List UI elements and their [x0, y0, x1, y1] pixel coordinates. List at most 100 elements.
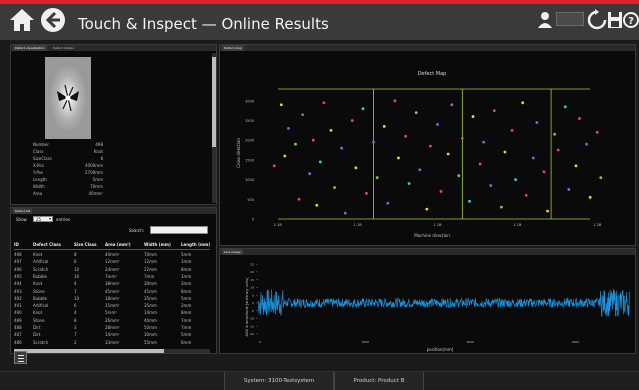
detail-value: 70mm — [90, 184, 103, 189]
table-cell: Stone — [33, 288, 45, 294]
map-y-tick-label: 1500 — [245, 158, 254, 162]
help-icon[interactable]: ? — [623, 12, 639, 28]
table-cell: Dirt — [33, 325, 41, 330]
defect-point — [287, 126, 290, 130]
tab-defect-details[interactable]: Defect details — [51, 45, 76, 51]
menu-button[interactable] — [14, 351, 27, 364]
map-y-tick-label: 500 — [247, 198, 254, 202]
defect-point — [301, 113, 304, 117]
entries-select[interactable]: 25 ▾ — [33, 216, 53, 222]
search-label: Search: — [129, 228, 145, 233]
defect-map-panel: Defect-map Defect Map Machine direction … — [219, 44, 636, 246]
defect-point — [510, 128, 514, 132]
detail-value: 4000mm — [85, 163, 103, 168]
menu-bar — [18, 361, 24, 362]
table-cell: 5mm² — [105, 310, 117, 316]
column-header-area[interactable]: Area (mm²) — [105, 242, 131, 247]
table-row-id[interactable]: 498 — [14, 252, 22, 257]
signal-xlabel: position[mm] — [427, 347, 454, 352]
signal-chart[interactable]: ADU & amplitude [arbitrary units] positi… — [220, 255, 635, 353]
save-icon[interactable] — [608, 12, 622, 28]
table-row-id[interactable]: 490 — [14, 310, 22, 315]
table-cell: Bubble — [33, 273, 47, 279]
defect-map-chart[interactable]: Defect Map Machine direction Cross direc… — [220, 51, 635, 245]
map-x-tick-label: 1.1B — [354, 223, 363, 227]
table-row-id[interactable]: 493 — [14, 289, 22, 294]
status-bar: System: 3100-Testsystem Product: Product… — [0, 371, 639, 390]
defect-point — [418, 168, 422, 172]
defect-point — [482, 140, 486, 144]
table-cell: 38mm² — [105, 281, 120, 287]
line-signal-panel: Line image ADU & amplitude [arbitrary un… — [219, 248, 636, 354]
table-cell: 50mm — [144, 325, 157, 330]
menu-bar — [18, 358, 24, 359]
table-cell: 30mm — [144, 332, 157, 338]
detail-value: Knot — [93, 149, 103, 154]
table-row-id[interactable]: 487 — [14, 332, 22, 337]
defect-point — [436, 123, 439, 126]
defect-point — [489, 184, 493, 187]
table-cell: 5mm — [181, 295, 192, 301]
table-cell: 10 — [74, 266, 80, 272]
defect-point — [492, 109, 496, 113]
defect-point — [553, 132, 557, 136]
table-cell: Bubble — [33, 295, 47, 301]
column-header-size[interactable]: Size Class — [74, 242, 96, 247]
details-scrollbar[interactable] — [212, 53, 216, 203]
search-input[interactable] — [150, 226, 208, 234]
column-header-width[interactable]: Width (mm) — [144, 242, 171, 247]
table-row-id[interactable]: 497 — [14, 259, 22, 264]
refresh-icon[interactable] — [587, 9, 607, 30]
signal-y-tick-label: 10 — [250, 286, 254, 290]
back-arrow-icon[interactable] — [40, 7, 66, 33]
signal-y-tick-label: -5 — [251, 309, 254, 313]
table-row-id[interactable]: 489 — [14, 318, 22, 323]
table-row-id[interactable]: 486 — [14, 340, 22, 345]
defect-point — [318, 160, 322, 164]
table-row-id[interactable]: 495 — [14, 274, 22, 279]
table-cell: 40mm — [144, 317, 157, 323]
detail-label: SizeClass — [33, 156, 52, 161]
detail-label: Class — [33, 149, 44, 154]
user-icon[interactable] — [537, 8, 553, 32]
table-cell: 5mm — [181, 252, 192, 257]
defect-point — [404, 134, 407, 138]
signal-y-tick-label: -10 — [249, 317, 254, 321]
map-x-tick-label: 1.2B — [593, 223, 602, 227]
defect-point — [446, 152, 450, 156]
table-cell: 8mm — [181, 266, 192, 272]
table-row-id[interactable]: 491 — [14, 303, 22, 308]
defect-point — [340, 146, 344, 150]
defect-point — [439, 190, 443, 193]
table-cell: 8mm — [181, 310, 192, 316]
tab-defect-list[interactable]: Defect list — [13, 208, 33, 214]
details-scrollbar-thumb[interactable] — [212, 57, 216, 147]
map-y-tick-label: 0 — [252, 218, 254, 222]
home-icon[interactable] — [9, 7, 35, 33]
table-cell: 1mm — [181, 273, 192, 279]
table-row-id[interactable]: 492 — [14, 296, 22, 301]
column-header-id[interactable]: ID — [14, 242, 19, 247]
defect-point — [500, 205, 503, 209]
map-y-tick-label: 3000 — [245, 99, 254, 103]
defect-details-panel: Defect visualization Defect details Numb… — [10, 44, 217, 205]
table-row-id[interactable]: 488 — [14, 325, 22, 330]
list-scrollbar-h-thumb[interactable] — [14, 349, 164, 353]
defect-point — [585, 142, 588, 146]
signal-y-tick-label: -15 — [249, 324, 254, 328]
defect-point — [595, 130, 599, 134]
table-cell: 14mm — [144, 310, 157, 316]
list-scrollbar-h[interactable] — [14, 349, 210, 353]
table-row-id[interactable]: 496 — [14, 267, 22, 272]
table-row-id[interactable]: 494 — [14, 281, 22, 286]
defect-point — [563, 105, 567, 109]
table-cell: 4 — [74, 281, 77, 287]
table-cell: 4 — [74, 310, 77, 316]
column-header-length[interactable]: Length (mm) — [181, 242, 210, 247]
table-cell: 7mm — [181, 317, 192, 323]
table-cell: 6 — [74, 303, 77, 309]
table-cell: 55mm — [144, 339, 157, 345]
tab-defect-visualization[interactable]: Defect visualization — [13, 45, 47, 51]
column-header-class[interactable]: Defect Class — [33, 242, 61, 247]
user-field[interactable] — [556, 12, 584, 26]
